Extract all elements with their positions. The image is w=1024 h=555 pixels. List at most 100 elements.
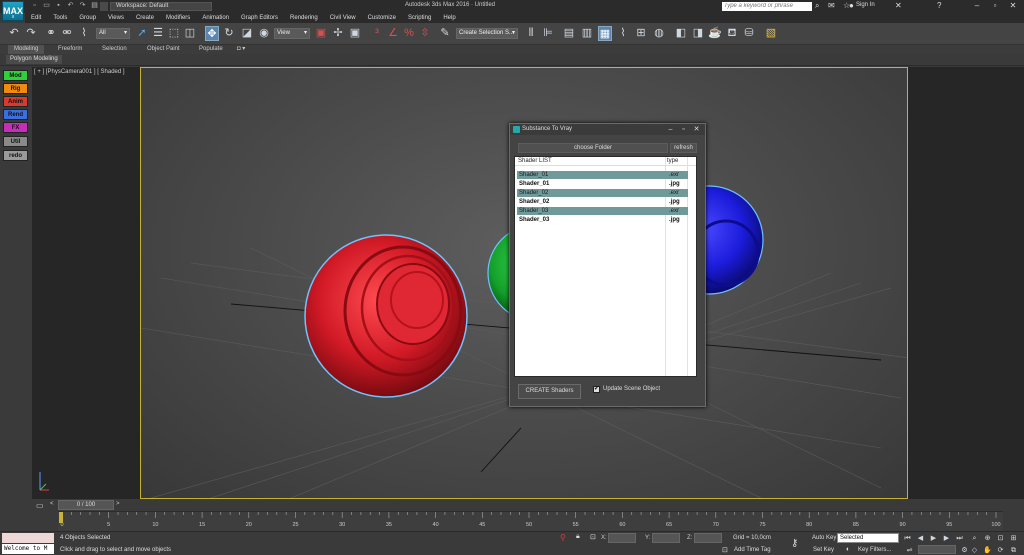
menu-item-views[interactable]: Views	[102, 13, 130, 23]
redo-icon[interactable]: ↷	[24, 26, 38, 41]
y-coordinate-field[interactable]	[652, 533, 680, 543]
save-file-icon[interactable]: ▪	[54, 1, 63, 11]
absolute-mode-icon[interactable]: ⊡	[590, 533, 596, 541]
menu-item-create[interactable]: Create	[130, 13, 160, 23]
unlink-icon[interactable]: ⚮	[60, 26, 74, 41]
tab-modeling[interactable]: Modeling	[8, 45, 45, 54]
mirror-icon[interactable]: ⫴	[524, 26, 538, 41]
menu-item-animation[interactable]: Animation	[196, 13, 235, 23]
curve-editor-icon[interactable]: ⌇	[616, 26, 630, 41]
shader-list[interactable]: Shader LIST type Shader_01 .exr Shader_01…	[514, 156, 697, 377]
zoom-all-icon[interactable]: ⊕	[983, 534, 992, 543]
rect-selection-icon[interactable]: ⬚	[167, 26, 181, 41]
menu-item-scripting[interactable]: Scripting	[402, 13, 437, 23]
percent-snap-icon[interactable]: %	[402, 26, 416, 41]
set-key-button[interactable]: Set Key	[813, 547, 834, 553]
reference-coordinate-dropdown[interactable]: View	[274, 28, 310, 39]
go-to-end-icon[interactable]: ⏭	[955, 534, 964, 543]
menu-item-graph-editors[interactable]: Graph Editors	[235, 13, 284, 23]
maximize-icon[interactable]: ▫	[986, 0, 1004, 12]
set-key-icon[interactable]: ⚷	[791, 538, 798, 549]
render-production-icon[interactable]: ☕	[708, 26, 722, 41]
layer-explorer-icon[interactable]: ▤	[562, 26, 576, 41]
rend-button[interactable]: Rend	[3, 109, 28, 120]
add-time-tag[interactable]: Add Time Tag	[734, 547, 771, 553]
time-configuration-icon[interactable]: ⚙	[960, 546, 969, 555]
select-and-rotate-icon[interactable]: ↻	[222, 26, 236, 41]
angle-snap-icon[interactable]: ∠	[386, 26, 400, 41]
menu-item-help[interactable]: Help	[437, 13, 461, 23]
dialog-title-bar[interactable]: Substance To Vray – ▫ ✕	[510, 124, 705, 135]
list-item[interactable]: Shader_01 .jpg	[517, 180, 688, 188]
list-item[interactable]: Shader_03 .exr	[517, 207, 688, 215]
redo-icon[interactable]: ↷	[78, 1, 87, 11]
z-coordinate-field[interactable]	[694, 533, 722, 543]
undo-icon[interactable]: ↶	[66, 1, 75, 11]
time-slider[interactable]: 0 / 100	[58, 500, 114, 510]
menu-item-group[interactable]: Group	[73, 13, 102, 23]
x-coordinate-field[interactable]	[608, 533, 636, 543]
mod-button[interactable]: Mod	[3, 70, 28, 81]
material-editor-icon[interactable]: ◍	[652, 26, 666, 41]
list-item[interactable]: Shader_03 .jpg	[517, 216, 688, 224]
toggle-ribbon-icon[interactable]: ▥	[580, 26, 594, 41]
search-input[interactable]	[722, 2, 812, 11]
bind-space-warp-icon[interactable]: ⌇	[77, 26, 91, 41]
tab-freeform[interactable]: Freeform	[58, 45, 82, 54]
open-file-icon[interactable]: ▭	[42, 1, 51, 11]
workspace-dropdown[interactable]: Workspace: Default	[110, 2, 212, 11]
menu-item-edit[interactable]: Edit	[25, 13, 47, 23]
choose-folder-button[interactable]: choose Folder	[518, 143, 668, 153]
tab-populate[interactable]: Populate	[199, 45, 223, 54]
zoom-extents-icon[interactable]: ⊡	[996, 534, 1005, 543]
selection-filter-dropdown[interactable]: All	[96, 28, 130, 39]
key-mode-toggle-icon[interactable]: ⇌	[905, 546, 914, 555]
next-key-icon[interactable]: ▶	[942, 534, 951, 543]
align-icon[interactable]: ⊫	[541, 26, 555, 41]
redo-button[interactable]: redo	[3, 150, 28, 161]
create-shaders-button[interactable]: CREATE Shaders	[518, 384, 581, 399]
track-bar[interactable]: 0 5 10 15 20 25 30 35 40 45 50 55 60 65 70 75 80 85 90 95 10…	[58, 511, 1003, 531]
menu-item-civil-view[interactable]: Civil View	[324, 13, 362, 23]
minimize-icon[interactable]: –	[968, 0, 986, 12]
vray-frame-buffer-icon[interactable]: ▧	[764, 26, 778, 41]
zoom-extents-all-icon[interactable]: ⊞	[1009, 534, 1018, 543]
mini-curve-editor-icon[interactable]: ▭	[36, 501, 44, 510]
ribbon-options-icon[interactable]: ◘ ▾	[237, 45, 245, 54]
render-iterative-icon[interactable]: ⛾	[725, 26, 739, 41]
app-logo-icon[interactable]: MAX Ξ	[2, 1, 24, 21]
tab-selection[interactable]: Selection	[102, 45, 127, 54]
list-item[interactable]: Shader_02 .jpg	[517, 198, 688, 206]
key-mode-icon[interactable]: ◐	[846, 546, 850, 553]
menu-item-rendering[interactable]: Rendering	[284, 13, 324, 23]
select-by-name-icon[interactable]: ☰	[151, 26, 165, 41]
list-item[interactable]: Shader_01 .exr	[517, 171, 688, 179]
next-frame-icon[interactable]: >	[116, 501, 120, 507]
orbit-icon[interactable]: ⟳	[996, 546, 1005, 555]
select-and-scale-icon[interactable]: ◪	[240, 26, 254, 41]
red-sphere[interactable]	[304, 234, 468, 398]
snaps-toggle-icon[interactable]: ³	[370, 26, 384, 41]
selection-lock-icon[interactable]: 🔒︎	[576, 533, 580, 541]
scene-explorer-icon[interactable]: ▦	[598, 26, 612, 41]
keyboard-shortcut-icon[interactable]: ▣	[348, 26, 362, 41]
select-manipulate-icon[interactable]: ✢	[331, 26, 345, 41]
window-crossing-icon[interactable]: ◫	[183, 26, 197, 41]
dialog-minimize-icon[interactable]: –	[664, 124, 677, 135]
named-selection-dropdown[interactable]: Create Selection S...	[456, 28, 518, 39]
isolate-selection-icon[interactable]: ⚲	[560, 533, 566, 542]
fx-button[interactable]: FX	[3, 122, 28, 133]
rig-button[interactable]: Rig	[3, 83, 28, 94]
current-frame-marker[interactable]	[59, 512, 63, 523]
close-icon[interactable]: ✕	[1004, 0, 1022, 12]
tab-object-paint[interactable]: Object Paint	[147, 45, 180, 54]
exchange-icon[interactable]: ✕	[895, 1, 902, 10]
anim-button[interactable]: Anim	[3, 96, 28, 107]
prev-key-icon[interactable]: ◀	[916, 534, 925, 543]
dialog-maximize-icon[interactable]: ▫	[677, 124, 690, 135]
search-icon[interactable]: ⌕	[815, 1, 819, 11]
spinner-snap-icon[interactable]: ⇳	[418, 26, 432, 41]
link-icon[interactable]: ⚭	[44, 26, 58, 41]
maxscript-listener-output[interactable]: Welcome to M	[2, 544, 54, 554]
pivot-center-icon[interactable]: ▣	[314, 26, 328, 41]
